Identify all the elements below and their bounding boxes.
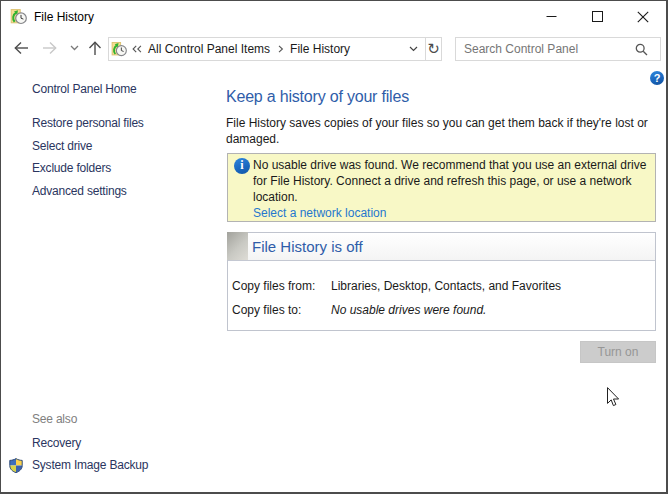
chevrons-left-icon[interactable] <box>132 45 142 53</box>
window-title: File History <box>34 1 94 33</box>
notice-message: No usable drive was found. We recommend … <box>253 157 655 205</box>
sidebar-item-system-image-backup[interactable]: System Image Backup <box>32 457 148 473</box>
refresh-icon[interactable]: ↻ <box>425 37 442 61</box>
uac-shield-icon <box>9 458 23 473</box>
no-drive-notice: i No usable drive was found. We recommen… <box>227 153 656 222</box>
mouse-cursor <box>607 387 620 407</box>
caption-buttons <box>528 1 666 32</box>
search-box[interactable]: Search Control Panel <box>455 37 661 61</box>
intro-text: File History saves copies of your files … <box>226 116 656 147</box>
drive-icon-placeholder <box>227 232 248 260</box>
navigation-toolbar: All Control Panel Items File History ↻ S… <box>1 33 666 63</box>
sidebar-item-restore-personal-files[interactable]: Restore personal files <box>32 115 144 131</box>
copy-files-to-value: No usable drives were found. <box>331 302 486 318</box>
help-icon[interactable]: ? <box>650 71 664 85</box>
status-title: File History is off <box>252 233 363 260</box>
select-network-location-link[interactable]: Select a network location <box>253 206 386 220</box>
recent-pages-chevron-icon[interactable] <box>70 45 79 51</box>
sidebar-item-select-drive[interactable]: Select drive <box>32 138 92 154</box>
copy-files-to-label: Copy files to: <box>232 302 301 318</box>
minimize-icon[interactable] <box>528 1 574 32</box>
file-history-icon <box>111 41 127 57</box>
maximize-icon[interactable] <box>574 1 620 32</box>
chevron-right-icon <box>278 45 284 53</box>
page-title: Keep a history of your files <box>226 88 409 106</box>
info-icon: i <box>234 158 250 174</box>
see-also-header: See also <box>32 411 77 427</box>
breadcrumb-item-all-control-panel-items[interactable]: All Control Panel Items <box>148 42 270 56</box>
chevron-down-icon[interactable] <box>409 46 418 52</box>
file-history-window: File History <box>0 0 668 494</box>
up-arrow-icon[interactable] <box>87 40 103 57</box>
sidebar-item-control-panel-home[interactable]: Control Panel Home <box>32 81 136 97</box>
turn-on-button[interactable]: Turn on <box>580 341 656 363</box>
file-history-status-box: File History is off Copy files from: Lib… <box>227 232 656 331</box>
search-placeholder: Search Control Panel <box>464 42 578 56</box>
address-bar[interactable]: All Control Panel Items File History <box>108 37 426 61</box>
sidebar-item-advanced-settings[interactable]: Advanced settings <box>32 183 127 199</box>
sidebar-item-exclude-folders[interactable]: Exclude folders <box>32 160 111 176</box>
file-history-icon <box>10 8 27 25</box>
breadcrumb-item-file-history[interactable]: File History <box>290 42 350 56</box>
copy-files-from-value: Libraries, Desktop, Contacts, and Favori… <box>331 278 561 294</box>
refresh-glyph: ↻ <box>427 42 440 57</box>
close-icon[interactable] <box>620 1 666 32</box>
copy-files-from-label: Copy files from: <box>232 278 315 294</box>
search-icon[interactable] <box>635 43 648 56</box>
status-box-header: File History is off <box>228 233 655 261</box>
titlebar: File History <box>1 1 666 33</box>
back-arrow-icon[interactable] <box>13 40 30 56</box>
forward-arrow-icon[interactable] <box>41 40 58 56</box>
sidebar-item-recovery[interactable]: Recovery <box>32 435 81 451</box>
